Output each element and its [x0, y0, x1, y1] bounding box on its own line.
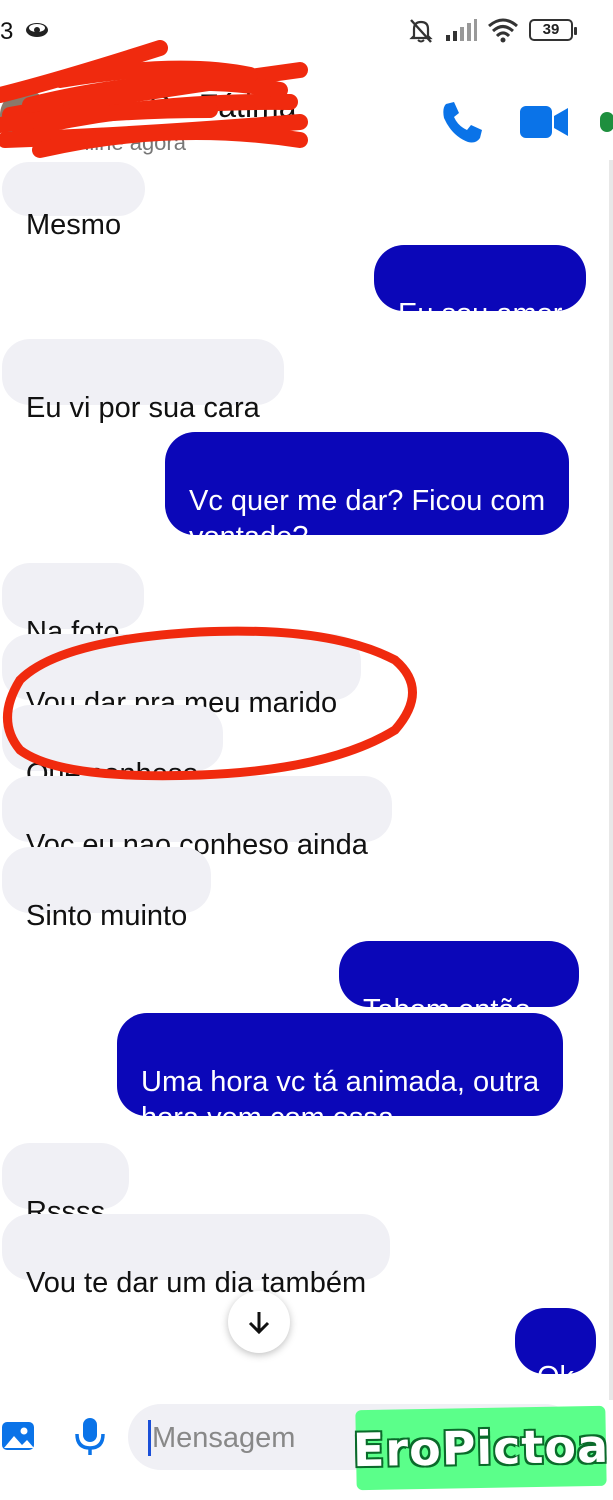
scrollbar[interactable]: [609, 160, 613, 1400]
gallery-icon[interactable]: [0, 1418, 36, 1454]
video-camera-icon[interactable]: [518, 100, 570, 144]
message-text: Eu sou amor: [398, 298, 563, 330]
text-caret: [148, 1420, 151, 1456]
contact-status: Online agora: [60, 130, 186, 155]
message-incoming: Vou te dar um dia também: [2, 1214, 391, 1299]
status-icons: 39: [407, 16, 577, 44]
message-text: Uma hora vc tá animada, outra hora vem c…: [141, 1066, 540, 1134]
scroll-down-button[interactable]: [228, 1291, 290, 1353]
message-text: Mesmo: [26, 209, 122, 241]
message-text: Ok: [537, 1361, 575, 1393]
message-input-placeholder: Mensagem: [152, 1422, 296, 1454]
wifi-icon: [488, 18, 518, 43]
microphone-icon[interactable]: [72, 1416, 108, 1456]
message-text: Vc quer me dar? Ficou com vontade?: [189, 485, 546, 553]
message-incoming: Vou dar pra meu marido: [2, 634, 362, 719]
watermark-logo: EroPictoa: [353, 1405, 609, 1491]
info-icon[interactable]: [600, 112, 613, 132]
message-incoming: Na foto: [2, 563, 144, 648]
chat-screen: 3 39 Maria De Fátima Online agora Mesmo …: [0, 0, 613, 1500]
status-bar: 3 39: [0, 0, 613, 60]
message-outgoing: Ok: [515, 1308, 597, 1393]
battery-icon: 39: [529, 19, 577, 41]
contact-name[interactable]: Maria De Fátima: [60, 88, 297, 125]
message-outgoing: Uma hora vc tá animada, outra hora vem c…: [117, 1013, 564, 1134]
message-incoming: Voc eu nao conheso ainda: [2, 776, 392, 861]
avatar[interactable]: [0, 90, 50, 140]
message-text: Eu vi por sua cara: [26, 392, 260, 424]
message-incoming: Eu vi por sua cara: [2, 339, 284, 424]
message-incoming: Que conheso: [2, 705, 223, 790]
message-outgoing: Vc quer me dar? Ficou com vontade?: [165, 432, 570, 553]
eye-icon: [26, 23, 48, 37]
message-outgoing: Eu sou amor: [374, 245, 587, 330]
message-text: Vou te dar um dia também: [26, 1267, 367, 1299]
message-incoming: Mesmo: [2, 162, 146, 241]
message-incoming: Sinto muinto: [2, 847, 212, 932]
muted-bell-icon: [409, 19, 433, 43]
status-time: 3: [0, 18, 14, 45]
message-outgoing: Tabom então...: [339, 941, 579, 1026]
watermark-text: EroPictoa: [352, 1418, 610, 1478]
arrow-down-icon: [248, 1312, 270, 1335]
phone-icon[interactable]: [438, 98, 486, 146]
message-incoming: Rssss: [2, 1143, 129, 1228]
message-text: Sinto muinto: [26, 900, 188, 932]
signal-icon: [446, 19, 477, 41]
